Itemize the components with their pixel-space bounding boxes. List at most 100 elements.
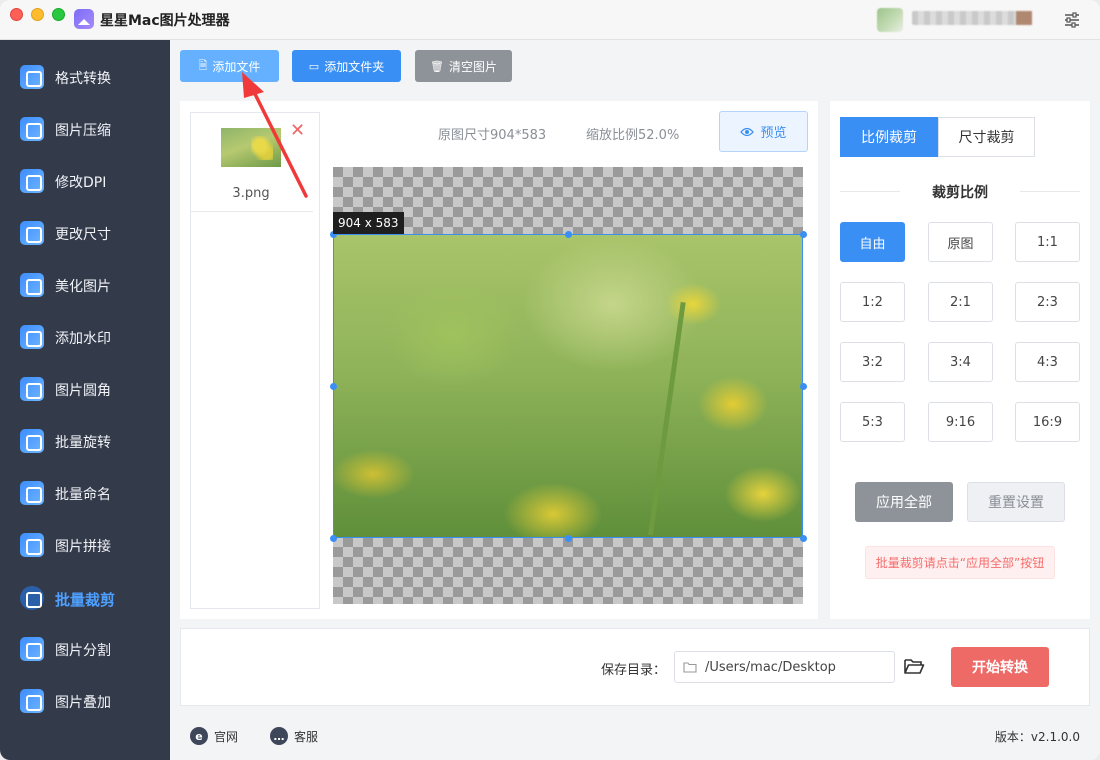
sidebar: 格式转换 图片压缩 修改DPI 更改尺寸 美化图片 添加水印 图片圆角 批量旋转…: [0, 40, 170, 760]
sidebar-item-label: 格式转换: [55, 71, 111, 87]
browser-e-icon: e: [190, 727, 208, 745]
app-window: 星星Mac图片处理器 格式转换 图片压缩 修改DPI 更改尺寸 美化图片 添加水…: [0, 0, 1100, 760]
crop-handle-bottom-right[interactable]: [800, 535, 807, 542]
crop-handle-left[interactable]: [330, 383, 337, 390]
preview-button[interactable]: 预览: [719, 111, 808, 152]
sidebar-item-label: 批量旋转: [55, 435, 111, 451]
ratio-1-2-button[interactable]: 1:2: [840, 282, 905, 322]
app-logo-icon: [74, 9, 94, 29]
save-directory-path: /Users/mac/Desktop: [705, 659, 836, 675]
rename-icon: [20, 481, 44, 505]
sidebar-item-watermark[interactable]: 添加水印: [0, 314, 170, 358]
file-icon: 🗎: [198, 58, 208, 72]
start-convert-button[interactable]: 开始转换: [951, 647, 1049, 687]
sidebar-item-label: 图片圆角: [55, 383, 111, 399]
crop-selection-box[interactable]: [333, 234, 803, 538]
tab-size-crop[interactable]: 尺寸裁剪: [938, 117, 1035, 157]
split-icon: [20, 637, 44, 661]
crop-handle-bottom-left[interactable]: [330, 535, 337, 542]
resize-icon: [20, 221, 44, 245]
title-bar: 星星Mac图片处理器: [0, 0, 1100, 40]
batch-crop-hint: 批量裁剪请点击“应用全部”按钮: [865, 546, 1055, 579]
sidebar-item-resize[interactable]: 更改尺寸: [0, 210, 170, 254]
crop-handle-top-right[interactable]: [800, 231, 807, 238]
sidebar-item-rename[interactable]: 批量命名: [0, 470, 170, 514]
maximize-window-button[interactable]: [52, 8, 65, 21]
clear-images-button[interactable]: 🗑 清空图片: [415, 50, 512, 82]
dpi-icon: [20, 169, 44, 193]
ratio-1-1-button[interactable]: 1:1: [1015, 222, 1080, 262]
customer-service-label: 客服: [294, 729, 319, 744]
folder-icon: ▭: [308, 59, 320, 73]
ratio-original-button[interactable]: 原图: [928, 222, 993, 262]
trash-icon: 🗑: [430, 59, 444, 73]
scale-ratio-text: 缩放比例52.0%: [586, 128, 680, 143]
ratio-16-9-button[interactable]: 16:9: [1015, 402, 1080, 442]
sidebar-item-label: 批量裁剪: [55, 591, 116, 609]
sidebar-item-dpi[interactable]: 修改DPI: [0, 158, 170, 202]
preview-label: 预览: [760, 126, 787, 141]
add-folder-label: 添加文件夹: [324, 59, 385, 74]
folder-open-icon[interactable]: [903, 656, 925, 676]
ratio-3-2-button[interactable]: 3:2: [840, 342, 905, 382]
ratio-4-3-button[interactable]: 4:3: [1015, 342, 1080, 382]
folder-icon: [683, 662, 697, 673]
apply-all-button[interactable]: 应用全部: [855, 482, 953, 522]
beautify-icon: [20, 273, 44, 297]
user-avatar[interactable]: [877, 8, 903, 32]
crop-dimension-tag: 904 x 583: [333, 212, 404, 234]
ratio-2-3-button[interactable]: 2:3: [1015, 282, 1080, 322]
watermark-icon: [20, 325, 44, 349]
user-name-blurred: [912, 11, 1032, 25]
sidebar-item-overlay[interactable]: 图片叠加: [0, 678, 170, 722]
ratio-3-4-button[interactable]: 3:4: [928, 342, 993, 382]
sidebar-item-stitch[interactable]: 图片拼接: [0, 522, 170, 566]
sidebar-item-label: 更改尺寸: [55, 227, 111, 243]
sidebar-item-compress[interactable]: 图片压缩: [0, 106, 170, 150]
divider: [1020, 191, 1080, 192]
compress-icon: [20, 117, 44, 141]
official-website-label: 官网: [214, 729, 239, 744]
sidebar-item-label: 修改DPI: [55, 175, 107, 191]
eye-icon: [740, 127, 755, 136]
ratio-5-3-button[interactable]: 5:3: [840, 402, 905, 442]
sidebar-item-crop[interactable]: 批量裁剪: [0, 575, 170, 619]
tab-ratio-crop[interactable]: 比例裁剪: [840, 117, 938, 157]
ratio-9-16-button[interactable]: 9:16: [928, 402, 993, 442]
sidebar-item-label: 图片叠加: [55, 695, 111, 711]
customer-service-link[interactable]: … 客服: [270, 727, 318, 745]
format-convert-icon: [20, 65, 44, 89]
sidebar-item-format-convert[interactable]: 格式转换: [0, 54, 170, 98]
ratio-free-button[interactable]: 自由: [840, 222, 905, 262]
sidebar-item-label: 图片压缩: [55, 123, 111, 139]
sidebar-item-beautify[interactable]: 美化图片: [0, 262, 170, 306]
save-directory-input[interactable]: /Users/mac/Desktop: [674, 651, 895, 683]
sidebar-item-label: 美化图片: [55, 279, 111, 295]
rotate-icon: [20, 429, 44, 453]
crop-handle-top[interactable]: [565, 231, 572, 238]
sidebar-item-label: 图片拼接: [55, 539, 111, 555]
stitch-icon: [20, 533, 44, 557]
round-corner-icon: [20, 377, 44, 401]
reset-settings-button[interactable]: 重置设置: [967, 482, 1065, 522]
chat-bubble-icon: …: [270, 727, 288, 745]
settings-sliders-icon[interactable]: [1063, 11, 1081, 29]
original-size-text: 原图尺寸904*583: [438, 128, 547, 143]
minimize-window-button[interactable]: [31, 8, 44, 21]
sidebar-item-rotate[interactable]: 批量旋转: [0, 418, 170, 462]
version-text: 版本：v2.1.0.0: [994, 730, 1080, 744]
app-title: 星星Mac图片处理器: [100, 13, 230, 29]
official-website-link[interactable]: e 官网: [190, 727, 238, 745]
clear-images-label: 清空图片: [448, 59, 497, 74]
divider: [840, 191, 900, 192]
crop-handle-bottom[interactable]: [565, 535, 572, 542]
sidebar-item-label: 图片分割: [55, 643, 111, 659]
annotation-arrow-icon: [242, 72, 308, 198]
overlay-icon: [20, 689, 44, 713]
sidebar-item-split[interactable]: 图片分割: [0, 626, 170, 670]
sidebar-item-round-corner[interactable]: 图片圆角: [0, 366, 170, 410]
close-window-button[interactable]: [10, 8, 23, 21]
crop-ratio-title: 裁剪比例: [932, 185, 988, 201]
crop-handle-right[interactable]: [800, 383, 807, 390]
ratio-2-1-button[interactable]: 2:1: [928, 282, 993, 322]
